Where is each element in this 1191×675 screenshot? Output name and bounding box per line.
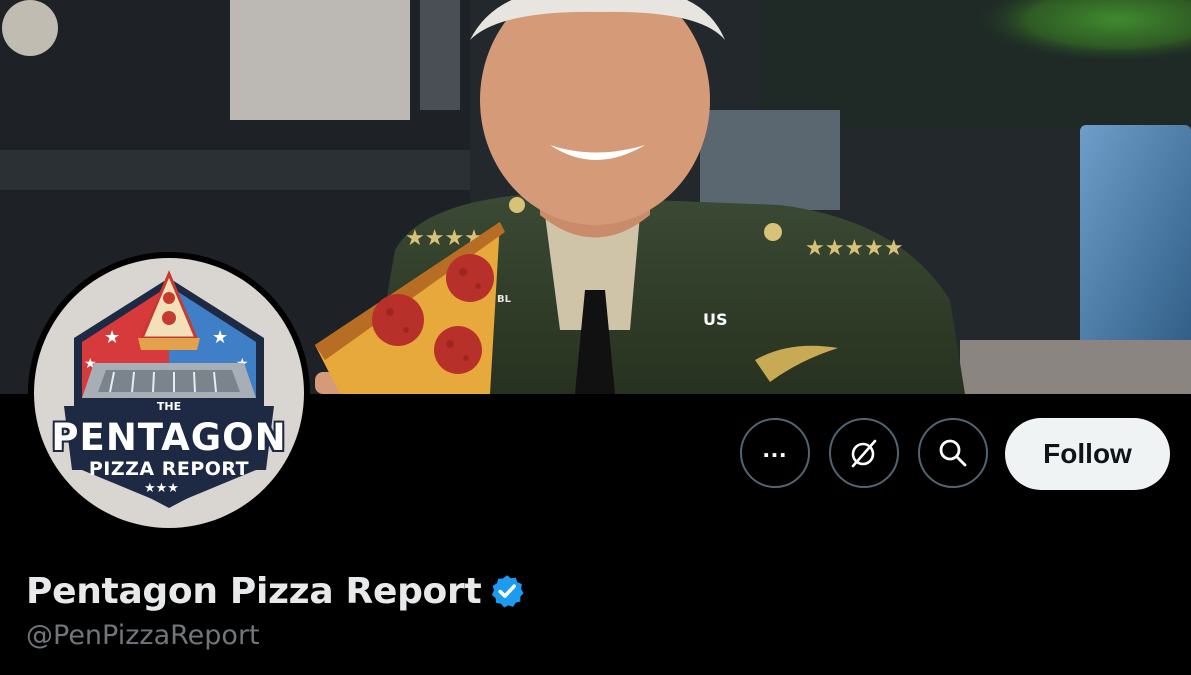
more-options-button[interactable]: ... bbox=[740, 418, 810, 488]
pentagon-pizza-logo-icon: ★ ★ ★ ★ ★★★ bbox=[64, 270, 274, 508]
profile-avatar[interactable]: ★ ★ ★ ★ ★★★ THE bbox=[28, 252, 310, 534]
grok-button[interactable] bbox=[829, 418, 899, 488]
avatar-logo: ★ ★ ★ ★ ★★★ THE bbox=[34, 258, 304, 528]
svg-text:★: ★ bbox=[104, 327, 120, 348]
more-icon: ... bbox=[762, 433, 788, 463]
search-button[interactable] bbox=[918, 418, 988, 488]
grok-icon bbox=[851, 439, 877, 468]
verified-badge-icon[interactable] bbox=[489, 573, 525, 609]
uniform-badge-text: US bbox=[703, 310, 728, 329]
display-name: Pentagon Pizza Report bbox=[26, 570, 482, 612]
logo-small-text: THE bbox=[156, 400, 182, 413]
profile-handle: @PenPizzaReport bbox=[26, 620, 260, 651]
svg-text:★★★: ★★★ bbox=[144, 481, 179, 496]
profile-name-row: Pentagon Pizza Report bbox=[26, 568, 525, 614]
svg-text:★: ★ bbox=[212, 327, 228, 348]
svg-text:BL: BL bbox=[497, 294, 512, 305]
logo-title-text: PENTAGON bbox=[51, 416, 287, 459]
follow-button[interactable]: Follow bbox=[1005, 418, 1170, 490]
svg-text:★★★★★: ★★★★★ bbox=[805, 236, 904, 261]
search-icon bbox=[939, 439, 967, 467]
logo-subtitle-text: PIZZA REPORT bbox=[88, 458, 250, 480]
